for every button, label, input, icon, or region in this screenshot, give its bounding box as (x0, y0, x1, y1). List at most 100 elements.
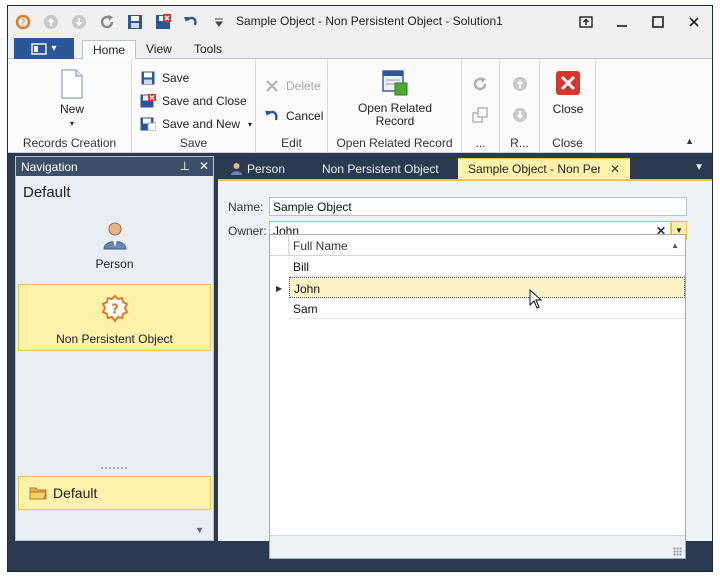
save-and-close-button[interactable]: Save and Close (140, 91, 247, 111)
tab-home[interactable]: Home (82, 40, 137, 60)
restore-ribbon-button[interactable] (568, 6, 604, 37)
nav-group-title: Default (23, 184, 71, 201)
minimize-button[interactable] (604, 6, 640, 37)
pin-icon[interactable]: ⊥ (179, 159, 189, 173)
close-icon[interactable]: ✕ (199, 159, 209, 173)
name-field[interactable]: Sample Object (269, 197, 687, 216)
svg-text:?: ? (21, 18, 26, 28)
save-icon (140, 70, 156, 86)
chevron-down-icon: ▾ (51, 43, 57, 54)
tab-label: Sample Object - Non Persis (468, 162, 600, 176)
open-related-record-icon (382, 70, 408, 96)
new-document-icon (61, 69, 83, 99)
close-red-icon (556, 71, 580, 95)
maximize-button[interactable] (640, 6, 676, 37)
chevron-down-icon[interactable]: ▼ (195, 525, 204, 535)
close-tab-icon[interactable]: ✕ (610, 162, 620, 176)
refresh-icon[interactable] (96, 11, 118, 33)
nav-group-label: Default (53, 485, 98, 501)
ribbon: New ▾ Records Creation Save Save and Clo… (8, 59, 712, 153)
nav-item-label: Person (95, 257, 134, 271)
ribbon-group-records-navigation: R... (500, 59, 540, 153)
column-header-full-name[interactable]: Full Name (293, 239, 348, 253)
navigation-header: Navigation ⊥ ✕ (16, 157, 213, 176)
group-caption: ... (475, 136, 486, 150)
group-caption: Open Related Record (336, 136, 453, 150)
window-controls (568, 6, 712, 37)
save-button[interactable]: Save (140, 68, 189, 88)
mouse-cursor-icon (529, 289, 543, 309)
resize-grip-icon[interactable] (673, 547, 682, 556)
cancel-button[interactable]: Cancel (264, 106, 323, 126)
delete-icon (264, 78, 280, 94)
open-related-record-button[interactable]: Open Related Record (350, 69, 440, 128)
row-indicator-header (270, 235, 289, 255)
arrow-up-icon (512, 76, 528, 92)
save-close-icon (140, 93, 156, 109)
tab-sample-object[interactable]: Sample Object - Non Persis ✕ (458, 158, 630, 179)
undo-icon[interactable] (180, 11, 202, 33)
chevron-down-icon[interactable]: ▾ (248, 120, 252, 129)
application-menu-button[interactable]: ▾ (14, 38, 74, 59)
tab-label: Person (247, 161, 286, 176)
ribbon-tab-bar: ▾ Home View Tools (8, 37, 712, 60)
window-switch-button[interactable] (472, 105, 494, 125)
svg-text:?: ? (111, 303, 119, 318)
title-bar: ? Sample Object - Non Persistent Object … (8, 6, 712, 37)
group-caption: Records Creation (22, 136, 117, 150)
person-icon (231, 162, 242, 175)
close-window-button[interactable] (676, 6, 712, 37)
window-switch-icon (472, 107, 488, 123)
nav-group-default[interactable]: Default (18, 476, 211, 510)
customize-icon[interactable] (208, 11, 230, 33)
forward-icon[interactable] (68, 11, 90, 33)
new-label: New (59, 102, 84, 116)
save-label: Save (162, 71, 190, 85)
back-icon[interactable] (40, 11, 62, 33)
new-button[interactable]: New ▾ (52, 69, 92, 130)
save-and-new-label: Save and New (162, 117, 241, 131)
gear-question-icon: ? (101, 294, 128, 323)
app-icon[interactable]: ? (12, 11, 34, 33)
collapse-ribbon-icon[interactable]: ▲ (685, 136, 694, 146)
folder-icon (29, 487, 47, 500)
refresh-button[interactable] (472, 74, 494, 94)
sort-ascending-icon: ▲ (671, 241, 679, 250)
save-and-new-button[interactable]: Save and New ▾ (140, 114, 252, 134)
ribbon-group-edit: Delete Cancel Edit (256, 59, 328, 153)
lookup-footer (270, 535, 685, 558)
cancel-label: Cancel (286, 109, 324, 123)
ribbon-group-open-related-record: Open Related Record Open Related Record (328, 59, 462, 153)
ribbon-group-close: Close Close (540, 59, 596, 153)
list-item[interactable]: Sam (289, 298, 685, 319)
list-item-selected[interactable]: John (289, 277, 685, 298)
tab-person[interactable]: Person (230, 158, 285, 179)
tab-tools[interactable]: Tools (184, 40, 232, 60)
next-record-button[interactable] (512, 105, 534, 125)
nav-item-label: Non Persistent Object (56, 332, 173, 346)
lookup-popup: Full Name ▲ Bill ▶ John Sam (269, 234, 686, 559)
save-new-icon (140, 116, 156, 132)
close-label: Close (552, 102, 584, 116)
tab-list-chevron-icon[interactable]: ▼ (694, 162, 704, 173)
previous-record-button[interactable] (512, 74, 534, 94)
tab-non-persistent-object[interactable]: Non Persistent Object (322, 158, 439, 179)
ribbon-group-records-creation: New ▾ Records Creation (8, 59, 132, 153)
open-related-record-label-line2: Record (375, 114, 415, 128)
tab-view[interactable]: View (136, 40, 182, 60)
navigation-panel: Navigation ⊥ ✕ Default Person ? Non Pers… (15, 156, 214, 541)
group-caption: R... (510, 136, 529, 150)
save-icon[interactable] (124, 11, 146, 33)
save-close-icon[interactable] (152, 11, 174, 33)
refresh-icon (472, 76, 488, 92)
arrow-down-icon (512, 107, 528, 123)
splitter-grip[interactable] (100, 466, 128, 471)
list-item[interactable]: Bill (289, 256, 685, 277)
nav-item-non-persistent-object[interactable]: ? Non Persistent Object (18, 284, 211, 351)
close-view-button[interactable]: Close (550, 69, 586, 116)
cancel-undo-icon (264, 108, 280, 124)
nav-item-person[interactable]: Person (18, 221, 211, 279)
chevron-down-icon: ▾ (69, 119, 74, 128)
navigation-title: Navigation (21, 159, 78, 174)
delete-button[interactable]: Delete (264, 76, 321, 96)
